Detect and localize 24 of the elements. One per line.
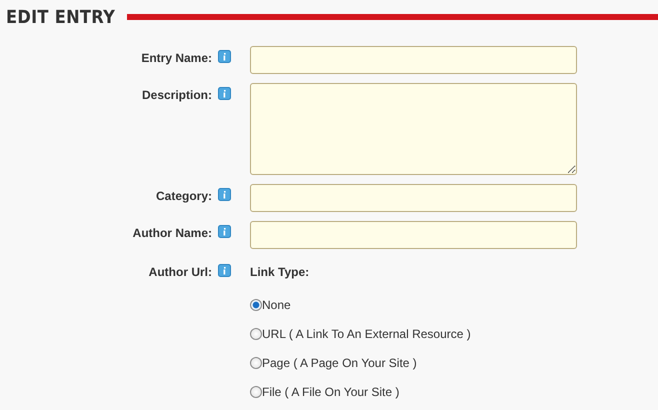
field-label: Category: [154,188,212,203]
text-field[interactable] [250,46,577,74]
field-label: Author Url: [148,264,212,279]
text-field[interactable] [250,221,577,249]
text-field[interactable] [250,184,577,212]
radio-button[interactable] [250,356,262,368]
field-label: Description: [140,87,212,102]
radio-button[interactable] [250,386,262,398]
info-icon[interactable] [218,188,231,201]
radio-option[interactable]: None [250,290,577,319]
radio-button[interactable] [250,298,262,310]
info-icon[interactable] [218,50,231,63]
field-label: Entry Name: [140,50,212,65]
radio-option[interactable]: URL ( A Link To An External Resource ) [250,319,577,348]
textarea-field[interactable] [250,83,577,175]
field-label: Author Name: [132,225,212,240]
info-icon[interactable] [218,87,231,100]
info-icon[interactable] [218,225,231,238]
link-type-heading: Link Type: [250,265,310,279]
radio-option[interactable]: File ( A File On Your Site ) [250,377,577,406]
radio-option[interactable]: Page ( A Page On Your Site ) [250,348,577,377]
page-title: EDIT ENTRY [6,6,116,28]
info-icon[interactable] [218,264,231,277]
radio-button[interactable] [250,328,262,340]
